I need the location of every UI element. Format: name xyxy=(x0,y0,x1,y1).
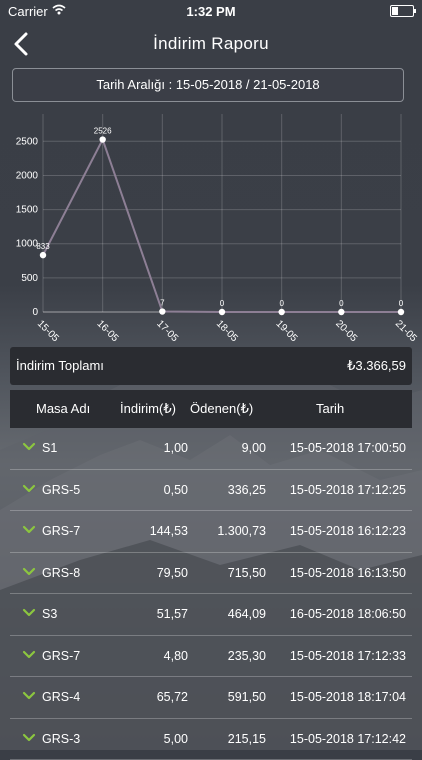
x-tick-label: 16-05 xyxy=(95,318,121,344)
cell-odenen: 235,30 xyxy=(228,649,266,663)
cell-odenen: 9,00 xyxy=(242,441,266,455)
cell-masa: S1 xyxy=(42,441,57,455)
cell-odenen: 715,50 xyxy=(228,566,266,580)
data-point xyxy=(40,252,46,258)
cell-odenen: 215,15 xyxy=(228,732,266,746)
y-tick-label: 1500 xyxy=(16,205,39,216)
table-row[interactable]: GRS-5 0,50 336,25 15-05-2018 17:12:25 xyxy=(10,470,412,512)
clock: 1:32 PM xyxy=(0,4,422,19)
cell-tarih: 15-05-2018 17:00:50 xyxy=(290,441,406,455)
cell-indirim: 5,00 xyxy=(164,732,188,746)
chevron-down-icon[interactable] xyxy=(22,567,36,577)
cell-indirim: 51,57 xyxy=(157,607,188,621)
table-row[interactable]: GRS-7 4,80 235,30 15-05-2018 17:12:33 xyxy=(10,636,412,678)
cell-tarih: 16-05-2018 18:06:50 xyxy=(290,607,406,621)
page-title: İndirim Raporu xyxy=(0,34,422,54)
cell-odenen: 591,50 xyxy=(228,690,266,704)
cell-tarih: 15-05-2018 17:12:33 xyxy=(290,649,406,663)
chevron-down-icon[interactable] xyxy=(22,691,36,701)
data-point xyxy=(159,308,165,314)
data-point xyxy=(278,309,284,315)
data-label: 833 xyxy=(36,242,50,251)
chevron-down-icon[interactable] xyxy=(22,650,36,660)
cell-odenen: 1.300,73 xyxy=(217,524,266,538)
table-row[interactable]: GRS-3 5,00 215,15 15-05-2018 17:12:42 xyxy=(10,719,412,760)
data-point xyxy=(398,309,404,315)
cell-indirim: 65,72 xyxy=(157,690,188,704)
chevron-down-icon[interactable] xyxy=(22,608,36,618)
x-tick-label: 19-05 xyxy=(274,318,300,344)
data-label: 0 xyxy=(339,299,344,308)
cell-tarih: 15-05-2018 17:12:42 xyxy=(290,732,406,746)
cell-tarih: 15-05-2018 18:17:04 xyxy=(290,690,406,704)
cell-indirim: 0,50 xyxy=(164,483,188,497)
table-row[interactable]: GRS-8 79,50 715,50 15-05-2018 16:13:50 xyxy=(10,553,412,595)
battery-icon xyxy=(390,5,414,17)
y-tick-label: 2500 xyxy=(16,136,39,147)
data-point xyxy=(338,309,344,315)
chevron-down-icon[interactable] xyxy=(22,733,36,743)
chevron-down-icon[interactable] xyxy=(22,525,36,535)
cell-masa: GRS-4 xyxy=(42,690,80,704)
cell-indirim: 144,53 xyxy=(150,524,188,538)
cell-tarih: 15-05-2018 16:13:50 xyxy=(290,566,406,580)
data-label: 0 xyxy=(220,299,225,308)
data-label: 0 xyxy=(399,299,404,308)
discount-total-bar: İndirim Toplamı ₺3.366,59 xyxy=(10,347,412,385)
cell-masa: GRS-7 xyxy=(42,649,80,663)
discount-total-label: İndirim Toplamı xyxy=(16,347,104,385)
y-tick-label: 1000 xyxy=(16,239,39,250)
x-tick-label: 20-05 xyxy=(333,318,359,344)
cell-odenen: 464,09 xyxy=(228,607,266,621)
table-row[interactable]: GRS-7 144,53 1.300,73 15-05-2018 16:12:23 xyxy=(10,511,412,553)
header-tarih: Tarih xyxy=(316,401,344,416)
cell-masa: GRS-8 xyxy=(42,566,80,580)
cell-masa: S3 xyxy=(42,607,57,621)
y-tick-label: 500 xyxy=(21,273,38,284)
cell-tarih: 15-05-2018 17:12:25 xyxy=(290,483,406,497)
chevron-down-icon[interactable] xyxy=(22,484,36,494)
x-tick-label: 18-05 xyxy=(214,318,240,344)
discount-table: S1 1,00 9,00 15-05-2018 17:00:50 GRS-5 0,50 33… xyxy=(10,428,412,760)
cell-indirim: 4,80 xyxy=(164,649,188,663)
date-range-selector[interactable]: Tarih Aralığı : 15-05-2018 / 21-05-2018 xyxy=(12,68,404,102)
status-bar: Carrier 1:32 PM xyxy=(0,0,422,22)
table-header: Masa Adı İndirim(₺) Ödenen(₺) Tarih xyxy=(10,390,412,428)
y-tick-label: 0 xyxy=(32,307,38,318)
header-odenen: Ödenen(₺) xyxy=(190,401,253,417)
table-row[interactable]: S1 1,00 9,00 15-05-2018 17:00:50 xyxy=(10,428,412,470)
data-label: 0 xyxy=(279,299,284,308)
data-label: 2526 xyxy=(94,127,112,136)
cell-masa: GRS-7 xyxy=(42,524,80,538)
chevron-down-icon[interactable] xyxy=(22,442,36,452)
data-point xyxy=(219,309,225,315)
navigation-bar: İndirim Raporu xyxy=(0,22,422,66)
header-indirim: İndirim(₺) xyxy=(120,401,176,417)
header-masa: Masa Adı xyxy=(36,401,90,416)
table-row[interactable]: GRS-4 65,72 591,50 15-05-2018 18:17:04 xyxy=(10,677,412,719)
table-row[interactable]: S3 51,57 464,09 16-05-2018 18:06:50 xyxy=(10,594,412,636)
data-label: 7 xyxy=(160,299,165,308)
discount-total-value: ₺3.366,59 xyxy=(347,347,406,385)
cell-masa: GRS-3 xyxy=(42,732,80,746)
cell-tarih: 15-05-2018 16:12:23 xyxy=(290,524,406,538)
y-tick-label: 2000 xyxy=(16,170,39,181)
discount-line-chart: 0500100015002000250083325267000015-0516-… xyxy=(0,108,422,346)
cell-odenen: 336,25 xyxy=(228,483,266,497)
x-tick-label: 21-05 xyxy=(393,318,419,344)
data-point xyxy=(99,136,105,142)
cell-masa: GRS-5 xyxy=(42,483,80,497)
x-tick-label: 15-05 xyxy=(35,318,61,344)
x-tick-label: 17-05 xyxy=(154,318,180,344)
cell-indirim: 1,00 xyxy=(164,441,188,455)
cell-indirim: 79,50 xyxy=(157,566,188,580)
